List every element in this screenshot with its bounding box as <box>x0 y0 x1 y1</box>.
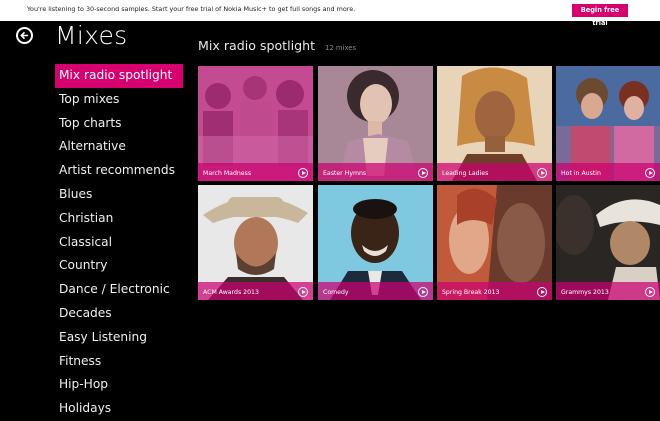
trial-banner: You're listening to 30-second samples. S… <box>0 0 660 27</box>
mix-tile-march-madness[interactable]: March Madness <box>198 66 313 181</box>
mix-tile-comedy[interactable]: Comedy <box>318 185 433 300</box>
tile-title: Easter Hymns <box>323 170 367 177</box>
play-icon[interactable] <box>418 167 428 178</box>
tile-title: March Madness <box>203 170 252 177</box>
play-icon[interactable] <box>645 286 655 297</box>
mix-tile-leading-ladies[interactable]: Leading Ladies <box>437 66 552 181</box>
play-icon[interactable] <box>645 167 655 178</box>
tile-title: ACM Awards 2013 <box>203 289 259 296</box>
back-button[interactable] <box>16 27 33 44</box>
sidebar-item-top-charts[interactable]: Top charts <box>55 112 183 136</box>
sidebar-item-easy-listening[interactable]: Easy Listening <box>55 326 183 350</box>
sidebar-item-fitness[interactable]: Fitness <box>55 350 183 374</box>
sidebar-item-top-mixes[interactable]: Top mixes <box>55 88 183 112</box>
tile-title: Spring Break 2013 <box>442 289 500 296</box>
begin-free-trial-button[interactable]: Begin free trial <box>572 4 628 27</box>
sidebar-item-alternative[interactable]: Alternative <box>55 135 183 159</box>
mix-count: 12 mixes <box>325 44 356 52</box>
category-list: Mix radio spotlight Top mixes Top charts… <box>55 64 183 421</box>
mix-tile-spring-break-2013[interactable]: Spring Break 2013 <box>437 185 552 300</box>
play-icon[interactable] <box>537 167 547 178</box>
mix-tile-easter-hymns[interactable]: Easter Hymns <box>318 66 433 181</box>
section-header: Mix radio spotlight 12 mixes <box>198 35 356 54</box>
tile-title: Comedy <box>323 289 349 296</box>
mix-tile-acm-awards-2013[interactable]: ACM Awards 2013 <box>198 185 313 300</box>
back-arrow-icon <box>20 31 29 40</box>
sidebar-item-christian[interactable]: Christian <box>55 207 183 231</box>
sidebar-item-artist-recommends[interactable]: Artist recommends <box>55 159 183 183</box>
sidebar-item-decades[interactable]: Decades <box>55 302 183 326</box>
tile-title: Leading Ladies <box>442 170 489 177</box>
sidebar-item-dance-electronic[interactable]: Dance / Electronic <box>55 278 183 302</box>
section-title: Mix radio spotlight <box>198 38 316 53</box>
sidebar-item-hip-hop[interactable]: Hip-Hop <box>55 373 183 397</box>
tile-title: Hot in Austin <box>561 170 601 177</box>
play-icon[interactable] <box>418 286 428 297</box>
banner-message: You're listening to 30-second samples. S… <box>27 5 356 13</box>
page-title: Mixes <box>55 21 128 50</box>
play-icon[interactable] <box>298 167 308 178</box>
mix-tile-hot-in-austin[interactable]: Hot in Austin <box>556 66 660 181</box>
sidebar-item-blues[interactable]: Blues <box>55 183 183 207</box>
sidebar-item-holidays[interactable]: Holidays <box>55 397 183 421</box>
play-icon[interactable] <box>537 286 547 297</box>
tile-title: Grammys 2013 <box>561 289 609 296</box>
sidebar-item-country[interactable]: Country <box>55 254 183 278</box>
play-icon[interactable] <box>298 286 308 297</box>
mix-tile-grammys-2013[interactable]: Grammys 2013 <box>556 185 660 300</box>
sidebar-item-mix-radio-spotlight[interactable]: Mix radio spotlight <box>55 64 183 88</box>
sidebar-item-classical[interactable]: Classical <box>55 231 183 255</box>
